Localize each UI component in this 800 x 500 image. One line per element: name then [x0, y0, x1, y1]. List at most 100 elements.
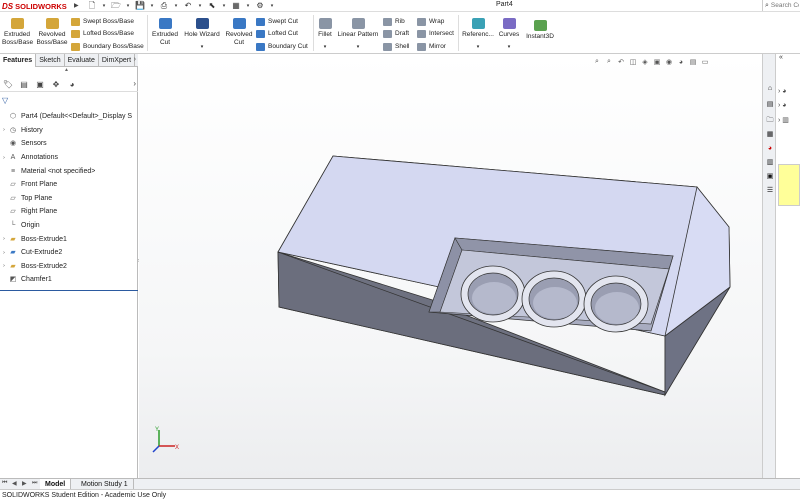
- rebuild-icon[interactable]: ▦: [230, 1, 242, 11]
- tree-item-boss-extrude2[interactable]: › ▰ Boss-Extrude2: [0, 260, 138, 274]
- chevron-down-icon[interactable]: ▾: [496, 44, 522, 52]
- tree-expand-toggle[interactable]: ›: [0, 263, 8, 269]
- chevron-down-icon[interactable]: ▾: [101, 1, 107, 11]
- chevron-down-icon[interactable]: ▾: [315, 44, 335, 52]
- chevron-down-icon[interactable]: ▾: [460, 44, 496, 52]
- chevron-right-icon[interactable]: ›: [134, 56, 136, 63]
- curves-button[interactable]: Curves ▾: [496, 18, 522, 51]
- dimxpert-manager-icon[interactable]: ✥: [50, 79, 62, 90]
- model-ring-3[interactable]: [583, 275, 649, 333]
- draft-button[interactable]: Draft: [383, 28, 409, 39]
- tree-expand-toggle[interactable]: ›: [0, 250, 8, 256]
- file-explorer-icon[interactable]: 🗀: [765, 116, 775, 126]
- chevron-right-icon[interactable]: ›: [133, 79, 136, 88]
- chevron-down-icon[interactable]: ▾: [245, 1, 251, 11]
- view-palette-icon[interactable]: ▦: [765, 130, 775, 140]
- extruded-cut-button[interactable]: Extruded Cut: [150, 18, 180, 46]
- wrap-button[interactable]: Wrap: [417, 16, 444, 27]
- tree-item-front-plane[interactable]: ▱ Front Plane: [0, 178, 138, 192]
- first-tab-icon[interactable]: ⏮: [2, 480, 7, 487]
- decal-folder-icon[interactable]: › ▥: [778, 116, 789, 124]
- rib-button[interactable]: Rib: [383, 16, 405, 27]
- tree-expand-toggle[interactable]: ›: [0, 236, 8, 242]
- last-tab-icon[interactable]: ⏭: [32, 480, 37, 487]
- chevron-right-icon[interactable]: ▶: [74, 2, 79, 9]
- appearances-icon[interactable]: ◕: [765, 144, 775, 154]
- previous-tab-icon[interactable]: ◀: [12, 480, 17, 487]
- chevron-down-icon[interactable]: ▾: [173, 1, 179, 11]
- tab-features[interactable]: Features: [0, 54, 37, 67]
- pane-collapse-arrow-icon[interactable]: «: [779, 54, 783, 61]
- tree-item-annotations[interactable]: › A Annotations: [0, 151, 138, 165]
- select-pointer-icon[interactable]: ⬉: [206, 1, 218, 11]
- 3d-model-viewport[interactable]: [139, 54, 762, 478]
- forum-icon[interactable]: ▣: [765, 172, 775, 182]
- intersect-button[interactable]: Intersect: [417, 28, 454, 39]
- tab-evaluate[interactable]: Evaluate: [65, 54, 99, 67]
- shell-button[interactable]: Shell: [383, 41, 409, 52]
- display-manager-icon[interactable]: ◕: [66, 79, 78, 90]
- tree-item-origin[interactable]: └ Origin: [0, 219, 138, 233]
- chevron-down-icon[interactable]: ▾: [269, 1, 275, 11]
- tree-expand-toggle[interactable]: ›: [0, 155, 8, 161]
- chevron-down-icon[interactable]: ▾: [182, 44, 222, 52]
- revolved-boss-button[interactable]: Revolved Boss/Base: [36, 18, 68, 46]
- save-icon[interactable]: 💾: [134, 1, 146, 11]
- lofted-boss-button[interactable]: Lofted Boss/Base: [71, 28, 134, 39]
- custom-properties-icon[interactable]: ▥: [765, 158, 775, 168]
- print-icon[interactable]: ⎙: [158, 1, 170, 11]
- fillet-button[interactable]: Fillet ▾: [315, 18, 335, 51]
- chevron-down-icon[interactable]: ▾: [221, 1, 227, 11]
- linear-pattern-button[interactable]: Linear Pattern ▾: [336, 18, 380, 51]
- tree-item-history[interactable]: › ◷ History: [0, 124, 138, 138]
- chevron-down-icon[interactable]: ▾: [149, 1, 155, 11]
- extruded-boss-button[interactable]: Extruded Boss/Base: [2, 18, 33, 46]
- revolved-cut-button[interactable]: Revolved Cut: [224, 18, 254, 46]
- tree-item-cut-extrude2[interactable]: › ▰ Cut-Extrude2: [0, 246, 138, 260]
- configuration-manager-icon[interactable]: ▣: [34, 79, 46, 90]
- graphics-area[interactable]: ⌕ ⌕ ↶ ◫ ◈ ▣ ◉ ◕ ▤ ▭ Y X: [139, 54, 762, 478]
- search-box[interactable]: ⌕: [762, 0, 800, 11]
- new-document-icon[interactable]: 🗋: [86, 1, 98, 11]
- tutorial-icon[interactable]: ☰: [765, 186, 775, 196]
- tree-item-right-plane[interactable]: ▱ Right Plane: [0, 205, 138, 219]
- tree-item-sensors[interactable]: ◉ Sensors: [0, 137, 138, 151]
- chevron-down-icon[interactable]: ▾: [336, 44, 380, 52]
- boundary-cut-button[interactable]: Boundary Cut: [256, 41, 308, 52]
- property-manager-icon[interactable]: ▤: [18, 79, 30, 90]
- chevron-down-icon[interactable]: ▾: [125, 1, 131, 11]
- lofted-cut-button[interactable]: Lofted Cut: [256, 28, 298, 39]
- solidworks-resources-icon[interactable]: ⌂: [765, 84, 775, 94]
- options-gear-icon[interactable]: ⚙: [254, 1, 266, 11]
- collapse-arrow-icon[interactable]: ▲: [64, 67, 69, 73]
- boundary-boss-button[interactable]: Boundary Boss/Base: [71, 41, 144, 52]
- tree-expand-toggle[interactable]: ›: [0, 127, 8, 133]
- open-folder-icon[interactable]: 🗁: [110, 1, 122, 11]
- mirror-button[interactable]: Mirror: [417, 41, 446, 52]
- tree-item-material[interactable]: ≡ Material <not specified>: [0, 164, 138, 178]
- tree-item-top-plane[interactable]: ▱ Top Plane: [0, 192, 138, 206]
- tree-item-chamfer1[interactable]: ◩ Chamfer1: [0, 273, 138, 287]
- model-ring-1[interactable]: [460, 265, 526, 323]
- design-library-icon[interactable]: ▤: [765, 100, 775, 110]
- filter-icon[interactable]: ▽: [2, 96, 8, 105]
- rollback-bar[interactable]: [0, 290, 138, 291]
- tab-sketch[interactable]: Sketch: [36, 54, 65, 67]
- swept-cut-button[interactable]: Swept Cut: [256, 16, 298, 27]
- undo-icon[interactable]: ↶: [182, 1, 194, 11]
- hole-wizard-button[interactable]: Hole Wizard ▾: [182, 18, 222, 51]
- tree-item-part[interactable]: ⬡ Part4 (Default<<Default>_Display S: [0, 110, 138, 124]
- tab-dimxpert[interactable]: DimXpert: [99, 54, 136, 67]
- search-input[interactable]: [770, 2, 799, 9]
- swept-boss-button[interactable]: Swept Boss/Base: [71, 16, 134, 27]
- scene-folder-icon[interactable]: › ◕: [778, 102, 787, 109]
- feature-tree-icon[interactable]: 🏷: [2, 79, 14, 90]
- chevron-down-icon[interactable]: ▾: [197, 1, 203, 11]
- tree-item-boss-extrude1[interactable]: › ▰ Boss-Extrude1: [0, 232, 138, 246]
- reference-geometry-button[interactable]: Referenc... ▾: [460, 18, 496, 51]
- solidworks-logo[interactable]: DS SOLIDWORKS: [2, 1, 72, 11]
- instant3d-button[interactable]: Instant3D: [524, 20, 556, 41]
- next-tab-icon[interactable]: ▶: [22, 480, 27, 487]
- model-ring-2[interactable]: [521, 270, 587, 328]
- appearance-folder-icon[interactable]: › ◕: [778, 88, 787, 95]
